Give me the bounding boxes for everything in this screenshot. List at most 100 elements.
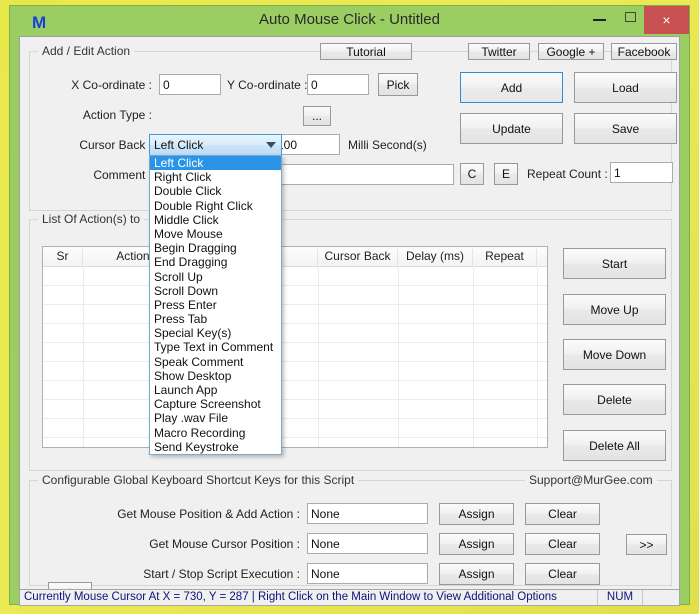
dropdown-option[interactable]: Double Right Click: [150, 199, 281, 213]
table-row[interactable]: [43, 437, 547, 438]
grid-line-vertical: [537, 266, 538, 447]
table-row[interactable]: [43, 285, 547, 286]
table-row[interactable]: [43, 418, 547, 419]
support-email-label: Support@MurGee.com: [525, 473, 657, 487]
get-mouse-cursor-position-input[interactable]: None: [307, 533, 428, 554]
milli-seconds-label: Milli Second(s): [348, 138, 427, 152]
dropdown-option[interactable]: End Dragging: [150, 255, 281, 269]
dropdown-option[interactable]: Type Text in Comment: [150, 340, 281, 354]
dropdown-option[interactable]: Play .wav File: [150, 411, 281, 425]
tutorial-button[interactable]: Tutorial: [320, 43, 412, 60]
twitter-button[interactable]: Twitter: [468, 43, 530, 60]
get-mouse-cursor-position-label: Get Mouse Cursor Position :: [149, 537, 300, 551]
add-edit-action-group: Add / Edit Action Tutorial Twitter Googl…: [29, 43, 677, 211]
action-type-combobox[interactable]: Left Click: [149, 134, 282, 156]
pick-button[interactable]: Pick: [378, 73, 418, 96]
column-header-delay[interactable]: Delay (ms): [398, 249, 473, 266]
start-button[interactable]: Start: [563, 248, 666, 279]
dropdown-option[interactable]: Left Click: [150, 156, 281, 171]
column-header-repeat[interactable]: Repeat: [473, 249, 537, 266]
table-row[interactable]: [43, 323, 547, 324]
assign-button-1[interactable]: Assign: [439, 503, 514, 525]
x-coordinate-label: X Co-ordinate :: [71, 78, 152, 92]
grid-line-vertical: [318, 266, 319, 447]
column-header-spacer: [537, 249, 547, 266]
client-area: Add / Edit Action Tutorial Twitter Googl…: [19, 36, 680, 604]
dropdown-option[interactable]: Show Desktop: [150, 369, 281, 383]
shortcut-keys-group: Configurable Global Keyboard Shortcut Ke…: [29, 473, 672, 586]
dropdown-option[interactable]: Capture Screenshot: [150, 397, 281, 411]
table-row[interactable]: [43, 342, 547, 343]
table-row[interactable]: [43, 361, 547, 362]
chevron-down-icon: [266, 142, 276, 148]
dropdown-option[interactable]: Launch App: [150, 383, 281, 397]
column-header-cursor-back[interactable]: Cursor Back: [318, 249, 398, 266]
grid-line-vertical: [83, 266, 84, 447]
delete-all-button[interactable]: Delete All: [563, 430, 666, 461]
maximize-icon: [625, 12, 636, 22]
move-up-button[interactable]: Move Up: [563, 294, 666, 325]
clear-button-2[interactable]: Clear: [525, 533, 600, 555]
c-button[interactable]: C: [460, 163, 484, 185]
application-window: M Auto Mouse Click - Untitled × Add / Ed…: [9, 5, 690, 606]
action-type-label: Action Type :: [82, 108, 152, 122]
actions-table[interactable]: Sr Action Type Cursor Back Delay (ms) Re…: [42, 246, 548, 448]
repeat-count-input[interactable]: 1: [610, 162, 673, 183]
maximize-button[interactable]: [615, 6, 647, 28]
start-stop-script-execution-input[interactable]: None: [307, 563, 428, 584]
y-coordinate-input[interactable]: 0: [307, 74, 369, 95]
table-row[interactable]: [43, 304, 547, 305]
repeat-count-label: Repeat Count :: [527, 167, 608, 181]
load-button[interactable]: Load: [574, 72, 677, 103]
dropdown-option[interactable]: Scroll Down: [150, 284, 281, 298]
get-mouse-position-add-action-label: Get Mouse Position & Add Action :: [117, 507, 300, 521]
status-num-indicator: NUM: [597, 590, 643, 605]
facebook-button[interactable]: Facebook: [611, 43, 677, 60]
dropdown-option[interactable]: Middle Click: [150, 213, 281, 227]
shortcut-keys-title: Configurable Global Keyboard Shortcut Ke…: [38, 473, 359, 487]
delete-button[interactable]: Delete: [563, 384, 666, 415]
save-button[interactable]: Save: [574, 113, 677, 144]
assign-button-2[interactable]: Assign: [439, 533, 514, 555]
actions-table-header: Sr Action Type Cursor Back Delay (ms) Re…: [43, 247, 547, 267]
dropdown-option[interactable]: Send Keystroke: [150, 440, 281, 454]
e-button[interactable]: E: [494, 163, 518, 185]
dropdown-option[interactable]: Begin Dragging: [150, 241, 281, 255]
get-mouse-position-add-action-input[interactable]: None: [307, 503, 428, 524]
dropdown-option[interactable]: Macro Recording: [150, 426, 281, 440]
table-row[interactable]: [43, 399, 547, 400]
comment-label: Comment :: [93, 168, 152, 182]
move-down-button[interactable]: Move Down: [563, 339, 666, 370]
dropdown-option[interactable]: Speak Comment: [150, 355, 281, 369]
dropdown-option[interactable]: Double Click: [150, 184, 281, 198]
assign-button-3[interactable]: Assign: [439, 563, 514, 585]
google-plus-button[interactable]: Google +: [538, 43, 604, 60]
minimize-button[interactable]: [583, 6, 615, 28]
minimize-icon: [593, 19, 606, 21]
dropdown-option[interactable]: Scroll Up: [150, 270, 281, 284]
dropdown-option[interactable]: Press Tab: [150, 312, 281, 326]
clear-button-3[interactable]: Clear: [525, 563, 600, 585]
delay-input[interactable]: 100: [273, 134, 340, 155]
add-edit-action-title: Add / Edit Action: [38, 44, 135, 58]
start-stop-script-execution-label: Start / Stop Script Execution :: [143, 567, 300, 581]
dropdown-option[interactable]: Move Mouse: [150, 227, 281, 241]
update-button[interactable]: Update: [460, 113, 563, 144]
dropdown-option[interactable]: Press Enter: [150, 298, 281, 312]
status-resize-grip[interactable]: [645, 590, 679, 605]
column-header-sr[interactable]: Sr: [43, 249, 83, 266]
action-type-dropdown-list[interactable]: Left Click Right Click Double Click Double …: [149, 155, 282, 455]
x-coordinate-input[interactable]: 0: [159, 74, 221, 95]
grid-line-vertical: [398, 266, 399, 447]
add-button[interactable]: Add: [460, 72, 563, 103]
expand-button[interactable]: >>: [626, 534, 667, 555]
grid-line-vertical: [473, 266, 474, 447]
table-row[interactable]: [43, 380, 547, 381]
clear-button-1[interactable]: Clear: [525, 503, 600, 525]
list-of-actions-title: List Of Action(s) to: [38, 212, 145, 226]
browse-button[interactable]: ...: [303, 106, 331, 126]
close-button[interactable]: ×: [644, 6, 689, 34]
cursor-back-label: Cursor Back :: [79, 138, 152, 152]
dropdown-option[interactable]: Special Key(s): [150, 326, 281, 340]
dropdown-option[interactable]: Right Click: [150, 170, 281, 184]
